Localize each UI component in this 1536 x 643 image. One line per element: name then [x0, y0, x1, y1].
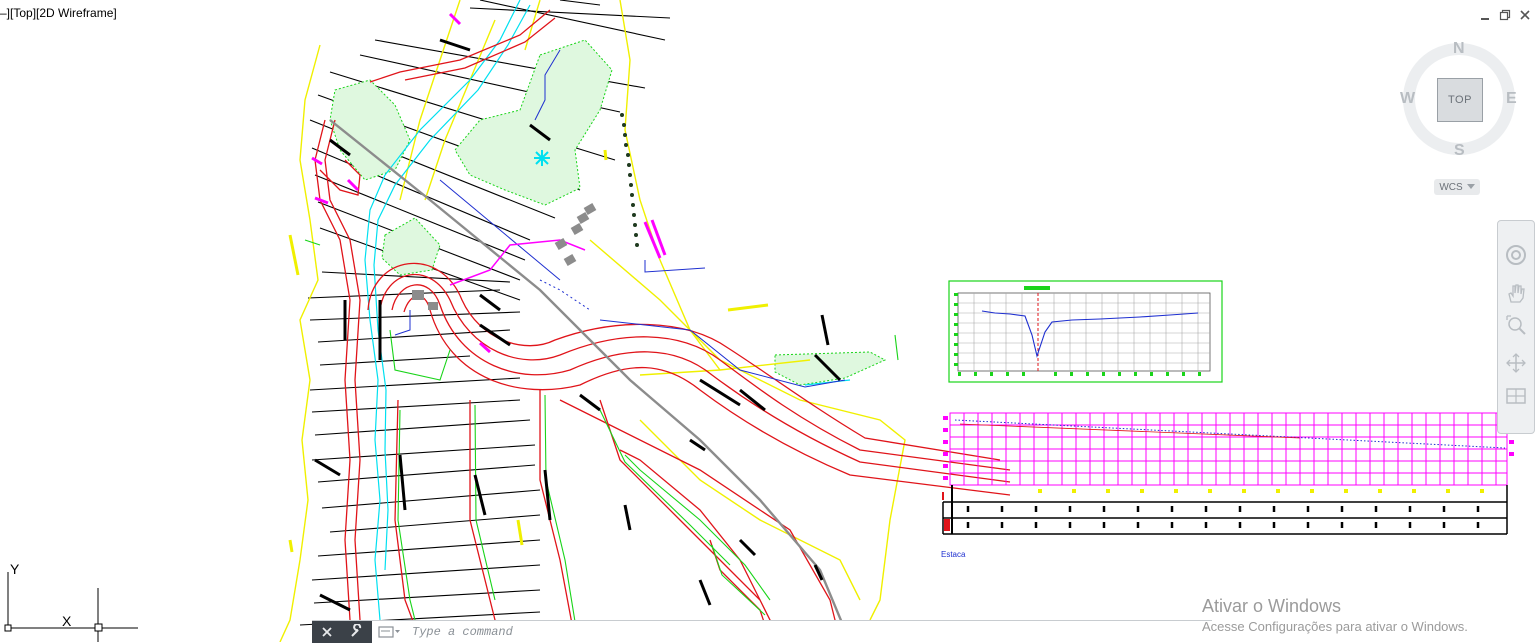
navigation-bar	[1497, 220, 1535, 434]
command-line-controls	[312, 621, 372, 643]
compass-east[interactable]: E	[1506, 90, 1517, 108]
compass-north[interactable]: N	[1453, 40, 1465, 58]
activation-subtitle: Acesse Configurações para ativar o Windo…	[1202, 619, 1468, 634]
station-table	[942, 485, 1508, 535]
orbit-icon[interactable]	[1504, 351, 1528, 375]
windows-activation-watermark: Ativar o Windows Acesse Configurações pa…	[1202, 596, 1468, 634]
viewcube[interactable]: TOP N S E W	[1396, 38, 1526, 198]
ucs-y-label: Y	[10, 561, 20, 577]
minimize-icon[interactable]	[1478, 8, 1492, 22]
command-line	[312, 620, 1212, 643]
ucs-x-label: X	[62, 613, 72, 629]
vegetation-areas	[329, 39, 887, 386]
road-lines	[314, 9, 1011, 641]
wcs-label: WCS	[1439, 181, 1463, 193]
command-input[interactable]	[410, 624, 1114, 640]
viewcube-top-face[interactable]: TOP	[1437, 78, 1483, 122]
pan-icon[interactable]	[1504, 281, 1528, 305]
compass-south[interactable]: S	[1454, 142, 1465, 160]
profile-grid	[942, 412, 1514, 500]
wcs-menu[interactable]: WCS	[1434, 179, 1480, 195]
drainage-symbol	[534, 150, 550, 166]
compass-west[interactable]: W	[1400, 90, 1415, 108]
utility-lines	[394, 49, 846, 388]
customize-wrench-icon[interactable]	[350, 622, 364, 642]
ucs-icon: Y X	[4, 561, 138, 642]
viewport-controls-label[interactable]: –][Top][2D Wireframe]	[0, 6, 117, 20]
station-label: Estaca	[941, 550, 966, 559]
steering-wheel-icon[interactable]	[1504, 243, 1528, 267]
profile-chart	[948, 280, 1223, 383]
drawing-canvas[interactable]	[0, 0, 1536, 642]
chevron-down-icon	[1466, 184, 1475, 189]
yellow-markers	[288, 149, 769, 553]
viewport-window-controls	[1478, 8, 1532, 22]
rail-line	[329, 119, 852, 642]
zoom-extents-icon[interactable]	[1504, 313, 1528, 337]
restore-icon[interactable]	[1498, 8, 1512, 22]
showmotion-icon[interactable]	[1504, 385, 1528, 409]
command-history-icon[interactable]	[378, 625, 402, 639]
activation-title: Ativar o Windows	[1202, 596, 1342, 616]
close-command-line-icon[interactable]	[321, 623, 333, 642]
close-icon[interactable]	[1518, 8, 1532, 22]
road-edges	[304, 239, 899, 641]
